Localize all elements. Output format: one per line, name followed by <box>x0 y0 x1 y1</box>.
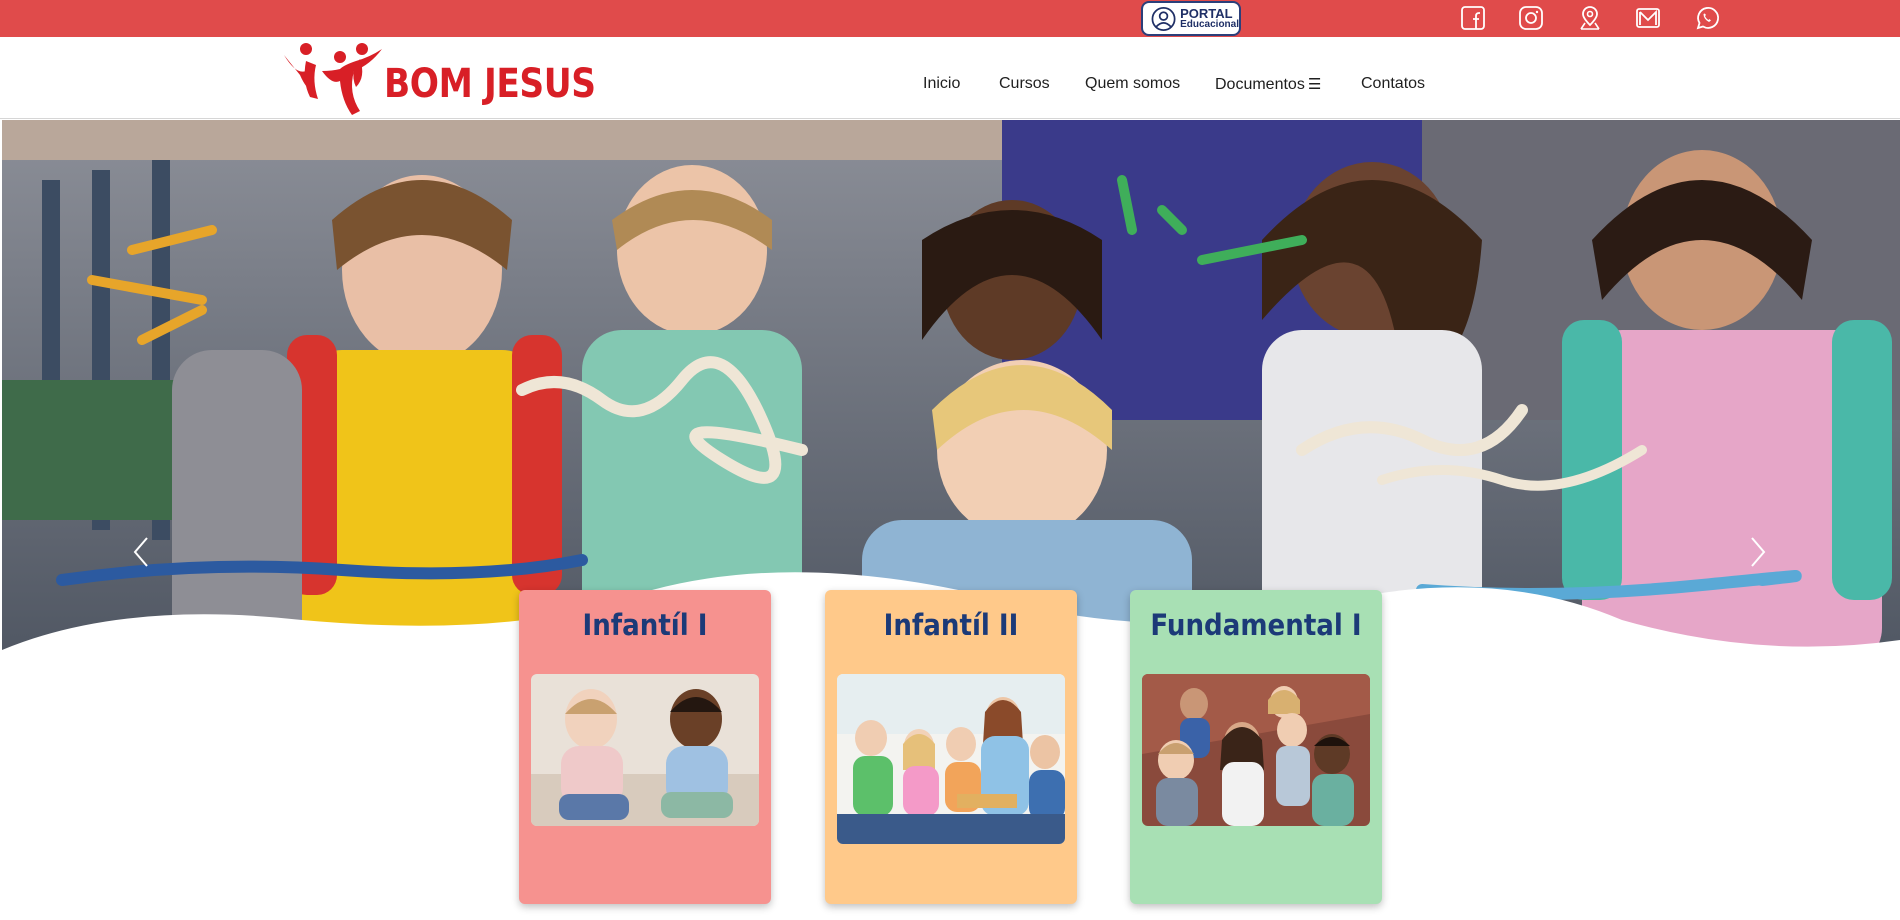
top-bar: PORTAL Educacional <box>0 0 1900 37</box>
two-toddlers-playing-photo <box>531 674 759 826</box>
email-icon[interactable] <box>1635 5 1661 31</box>
portal-sublabel: Educacional <box>1180 19 1239 30</box>
nav-inicio-label: Inicio <box>923 75 961 92</box>
user-circle-icon <box>1151 6 1176 31</box>
carousel-next-button[interactable] <box>1742 530 1772 574</box>
course-card-infantil-1[interactable]: Infantíl I <box>519 590 771 904</box>
portal-educacional-button[interactable]: PORTAL Educacional <box>1141 1 1241 36</box>
chevron-left-icon <box>133 537 148 567</box>
nav-cursos-label: Cursos <box>999 75 1050 92</box>
instagram-icon[interactable] <box>1518 5 1544 31</box>
logo-text: BOM JESUS <box>384 61 596 107</box>
nav-quem-somos-label: Quem somos <box>1085 75 1181 92</box>
group-of-schoolchildren-photo <box>1142 674 1370 826</box>
nav-contatos-label: Contatos <box>1361 75 1426 92</box>
course-card-infantil-2[interactable]: Infantíl II <box>825 590 1077 904</box>
course-card-title: Fundamental I <box>1150 608 1362 642</box>
menu-icon: ☰ <box>1307 76 1322 93</box>
nav-cursos[interactable]: Cursos <box>999 75 1050 93</box>
course-card-title: Infantíl I <box>582 608 708 642</box>
site-header: BOM JESUS Inicio Cursos Quem somos Docum… <box>0 37 1900 119</box>
nav-documentos-label: Documentos <box>1215 76 1305 93</box>
nav-inicio[interactable]: Inicio <box>923 75 960 93</box>
course-card-fundamental-1[interactable]: Fundamental I <box>1130 590 1382 904</box>
nav-documentos[interactable]: Documentos ☰ <box>1215 75 1321 94</box>
carousel-prev-button[interactable] <box>127 530 157 574</box>
nav-contatos[interactable]: Contatos <box>1361 75 1425 93</box>
whatsapp-icon[interactable] <box>1694 5 1720 31</box>
hero-photo <box>2 120 1900 668</box>
hero-carousel[interactable] <box>2 120 1900 668</box>
logo[interactable]: BOM JESUS <box>282 41 596 119</box>
nav-quem-somos[interactable]: Quem somos <box>1085 75 1180 93</box>
course-card-title: Infantíl II <box>883 608 1019 642</box>
chevron-right-icon <box>1751 537 1766 567</box>
teacher-reading-to-kids-photo <box>837 674 1065 844</box>
facebook-icon[interactable] <box>1460 5 1486 31</box>
map-pin-icon[interactable] <box>1577 5 1603 31</box>
logo-figures-icon <box>284 43 382 115</box>
